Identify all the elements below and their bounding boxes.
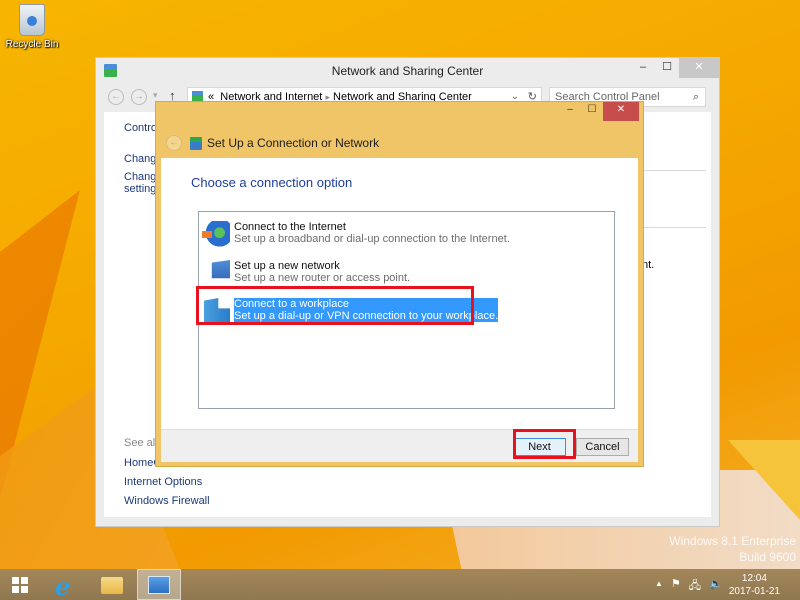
setup-connection-dialog: – ☐ ✕ ← Set Up a Connection or Network C…	[155, 101, 644, 467]
clock-time: 12:04	[741, 573, 767, 584]
internet-explorer-icon[interactable]: e	[55, 572, 70, 600]
dialog-header: ← Set Up a Connection or Network	[166, 132, 379, 154]
option-title: Connect to the Internet	[234, 221, 346, 233]
system-tray: ▲ ⚑ 🖧 🔈	[655, 577, 723, 596]
tray-chevron-icon[interactable]: ▲	[655, 577, 663, 596]
control-panel-icon	[148, 576, 170, 594]
taskbar: e ▲ ⚑ 🖧 🔈 12:04 2017-01-21	[0, 569, 800, 600]
annotation-highlight-next	[513, 429, 576, 459]
back-button[interactable]: ←	[108, 89, 124, 105]
clock[interactable]: 12:04 2017-01-21	[729, 572, 780, 598]
desktop-icon-recycle-bin[interactable]: Recycle Bin	[4, 4, 60, 50]
internet-options-link[interactable]: Internet Options	[124, 476, 210, 488]
clock-date: 2017-01-21	[728, 586, 780, 597]
option-title: Set up a new network	[234, 260, 340, 272]
cancel-button[interactable]: Cancel	[576, 438, 629, 456]
title-bar[interactable]: Network and Sharing Center – ☐ ✕	[96, 58, 719, 86]
taskbar-control-panel-button[interactable]	[137, 569, 181, 600]
network-icon	[211, 260, 230, 279]
dialog-back-button[interactable]: ←	[166, 135, 182, 151]
dialog-heading: Choose a connection option	[191, 175, 353, 190]
network-tray-icon[interactable]: 🖧	[689, 577, 701, 596]
forward-button[interactable]: →	[131, 89, 147, 105]
recent-locations-button[interactable]: ▾	[153, 90, 158, 101]
window-title: Network and Sharing Center	[331, 64, 484, 78]
recycle-bin-icon	[19, 4, 45, 36]
watermark-edition: Windows 8.1 Enterprise	[669, 534, 796, 548]
windows-firewall-link[interactable]: Windows Firewall	[124, 495, 210, 507]
search-icon[interactable]: ⌕	[693, 88, 699, 106]
watermark-build: Build 9600	[739, 550, 796, 564]
action-center-flag-icon[interactable]: ⚑	[671, 577, 681, 596]
dialog-maximize-button[interactable]: ☐	[581, 102, 603, 120]
desktop-icon-label: Recycle Bin	[5, 39, 59, 50]
dialog-minimize-button[interactable]: –	[559, 102, 581, 120]
option-description: Set up a new router or access point.	[234, 272, 411, 284]
network-setup-icon	[190, 136, 202, 150]
dialog-window-controls: – ☐ ✕	[559, 102, 639, 121]
start-button[interactable]	[12, 577, 28, 593]
network-center-icon	[104, 64, 117, 77]
option-connect-internet[interactable]: Connect to the Internet Set up a broadba…	[202, 218, 602, 252]
volume-icon[interactable]: 🔈	[709, 577, 723, 596]
windows-watermark: Windows 8.1 Enterprise Build 9600	[669, 533, 796, 565]
minimize-button[interactable]: –	[631, 58, 655, 78]
globe-icon	[202, 221, 230, 247]
dialog-close-button[interactable]: ✕	[603, 102, 639, 121]
file-explorer-icon[interactable]	[101, 577, 123, 594]
close-button[interactable]: ✕	[679, 58, 719, 78]
dialog-title: Set Up a Connection or Network	[207, 136, 380, 150]
annotation-highlight-workplace	[196, 286, 474, 325]
maximize-button[interactable]: ☐	[655, 58, 679, 78]
option-description: Set up a broadband or dial-up connection…	[234, 233, 510, 245]
